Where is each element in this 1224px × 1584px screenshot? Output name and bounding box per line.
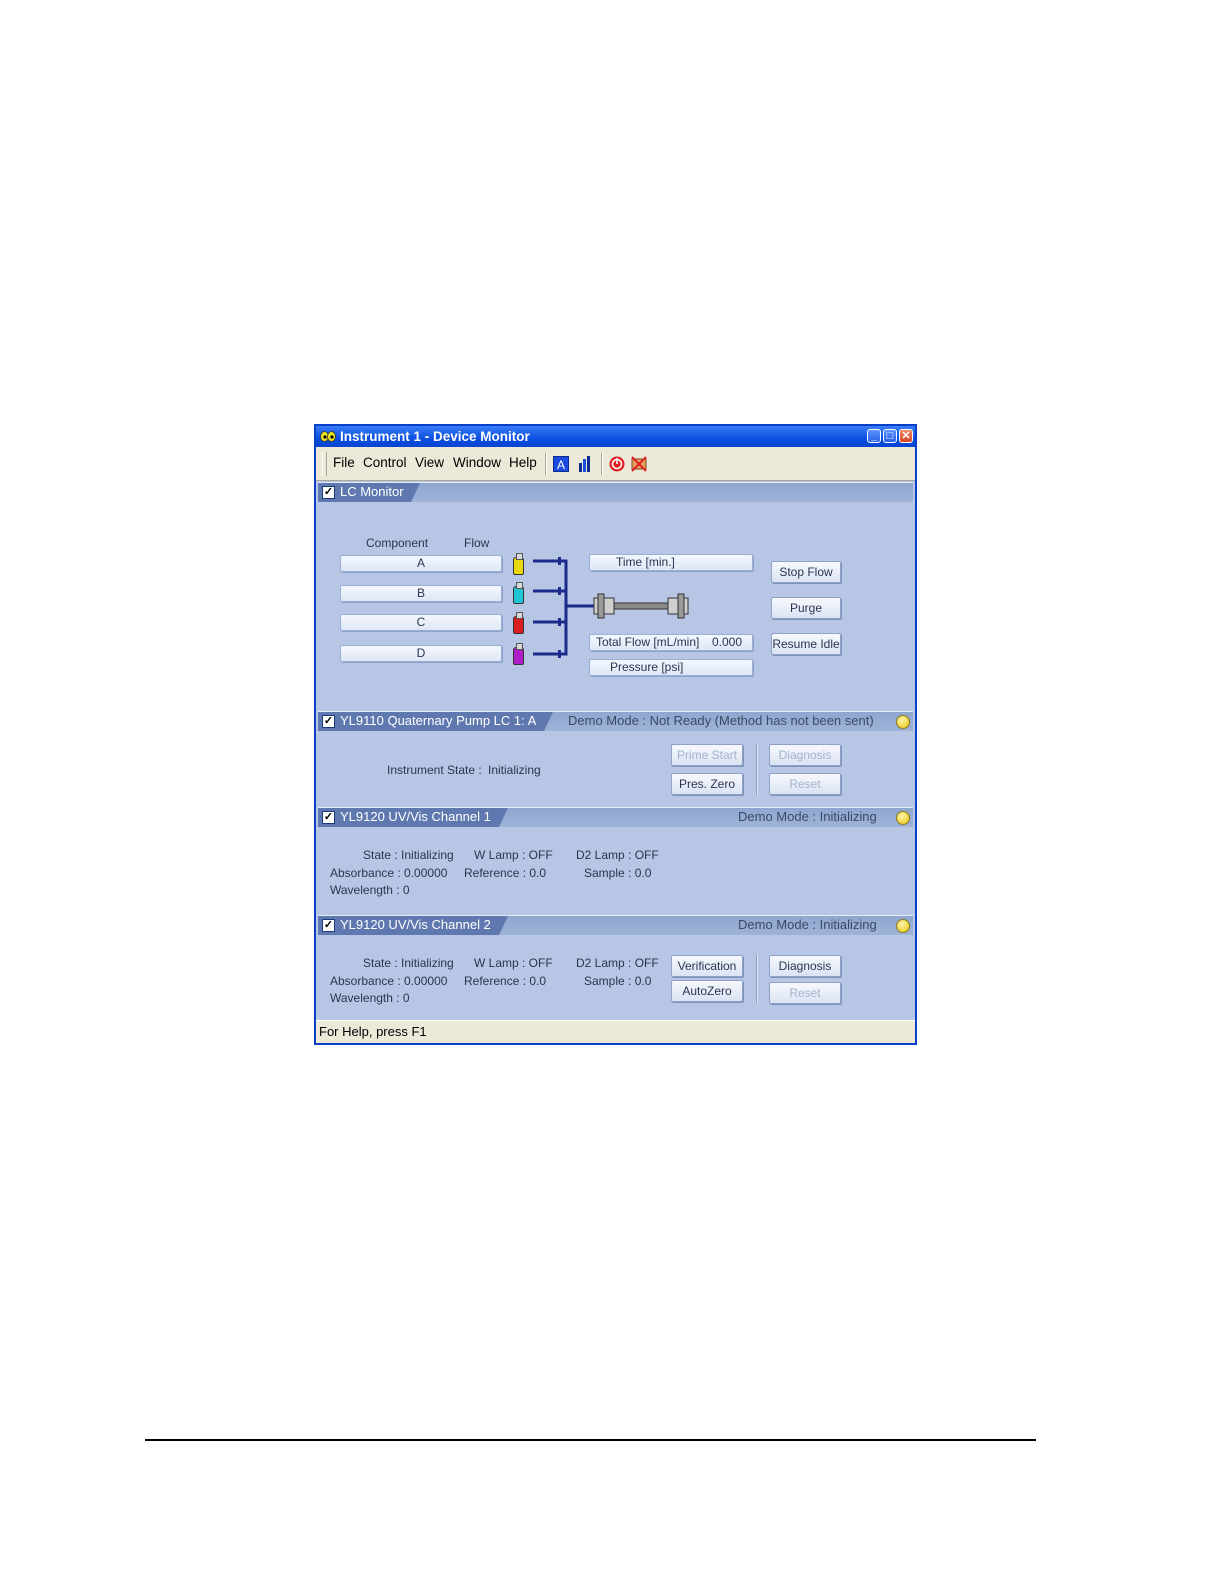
- total-flow-label: Total Flow [mL/min]: [596, 635, 700, 649]
- channel1-checkbox[interactable]: ✓: [322, 811, 335, 824]
- prime-start-button[interactable]: Prime Start: [671, 744, 743, 766]
- menu-bar: File Control View Window Help A: [316, 447, 915, 481]
- stop-flow-button[interactable]: Stop Flow: [771, 561, 841, 583]
- channel2-sample: Sample : 0.0: [584, 974, 652, 988]
- autozero-button[interactable]: AutoZero: [671, 980, 743, 1002]
- channel1-d2-lamp: D2 Lamp : OFF: [576, 848, 659, 862]
- channel2-reference: Reference : 0.0: [464, 974, 547, 988]
- total-flow-value: 0.000: [711, 635, 742, 649]
- channel1-header: ✓ YL9120 UV/Vis Channel 1 Demo Mode : In…: [318, 807, 913, 827]
- lc-monitor-header: ✓ LC Monitor: [318, 482, 913, 502]
- channel2-diagnosis-button[interactable]: Diagnosis: [769, 955, 841, 977]
- total-flow-field: Total Flow [mL/min] 0.000: [589, 634, 753, 651]
- menu-window[interactable]: Window: [453, 455, 501, 470]
- svg-text:A: A: [557, 458, 565, 472]
- component-label: Component: [366, 536, 429, 550]
- page-footer-rule: [145, 1439, 1036, 1441]
- channel2-status-led-icon: [896, 919, 910, 933]
- menu-help[interactable]: Help: [509, 455, 537, 470]
- pump-title: YL9110 Quaternary Pump LC 1: A: [340, 713, 537, 728]
- channel2-state: State : Initializing: [363, 956, 454, 970]
- menu-control[interactable]: Control: [363, 455, 407, 470]
- channel1-status-led-icon: [896, 811, 910, 825]
- flow-label: Flow: [464, 536, 490, 550]
- window-title: Instrument 1 - Device Monitor: [340, 429, 530, 444]
- channel1-status: Demo Mode : Initializing: [738, 809, 877, 824]
- component-c-field[interactable]: C: [340, 614, 502, 631]
- channel2-status: Demo Mode : Initializing: [738, 917, 877, 932]
- channel1-absorbance: Absorbance : 0.00000: [330, 866, 448, 880]
- purge-button[interactable]: Purge: [771, 597, 841, 619]
- a-icon[interactable]: A: [553, 456, 569, 472]
- pres-zero-button[interactable]: Pres. Zero: [671, 773, 743, 795]
- channel2-checkbox[interactable]: ✓: [322, 919, 335, 932]
- pump-diagnosis-button[interactable]: Diagnosis: [769, 744, 841, 766]
- pump-status-led-icon: [896, 715, 910, 729]
- channel1-reference: Reference : 0.0: [464, 866, 547, 880]
- lc-monitor-checkbox[interactable]: ✓: [322, 486, 335, 499]
- network-error-icon[interactable]: [631, 456, 647, 472]
- pump-header: ✓ YL9110 Quaternary Pump LC 1: A Demo Mo…: [318, 711, 913, 731]
- toolbar-separator: [545, 453, 547, 475]
- close-button[interactable]: ✕: [899, 429, 913, 443]
- channel2-wavelength: Wavelength : 0: [330, 991, 410, 1005]
- pump-divider: [756, 744, 758, 795]
- channel1-tab[interactable]: ✓ YL9120 UV/Vis Channel 1: [318, 808, 508, 827]
- component-d-field[interactable]: D: [340, 645, 502, 662]
- channel2-absorbance: Absorbance : 0.00000: [330, 974, 448, 988]
- pump-tab[interactable]: ✓ YL9110 Quaternary Pump LC 1: A: [318, 712, 553, 731]
- status-bar: For Help, press F1: [316, 1020, 915, 1043]
- menu-file[interactable]: File: [333, 455, 355, 470]
- pump-status: Demo Mode : Not Ready (Method has not be…: [568, 713, 874, 728]
- channel2-divider: [756, 955, 758, 1003]
- channel2-reset-button[interactable]: Reset: [769, 982, 841, 1004]
- device-monitor-window: Instrument 1 - Device Monitor _ □ ✕ File…: [314, 424, 917, 1045]
- verification-button[interactable]: Verification: [671, 955, 743, 977]
- channel2-title: YL9120 UV/Vis Channel 2: [340, 917, 491, 932]
- bottle-d-icon: [513, 643, 524, 665]
- instrument-state-value: Initializing: [488, 763, 541, 777]
- channel2-tab[interactable]: ✓ YL9120 UV/Vis Channel 2: [318, 916, 508, 935]
- chart-icon[interactable]: [577, 456, 593, 472]
- channel1-w-lamp: W Lamp : OFF: [474, 848, 553, 862]
- stop-icon[interactable]: [609, 456, 625, 472]
- channel1-sample: Sample : 0.0: [584, 866, 652, 880]
- pump-reset-button[interactable]: Reset: [769, 773, 841, 795]
- toolbar-grip[interactable]: [322, 452, 327, 476]
- component-b-field[interactable]: B: [340, 585, 502, 602]
- channel2-w-lamp: W Lamp : OFF: [474, 956, 553, 970]
- bottle-b-icon: [513, 582, 524, 604]
- pump-checkbox[interactable]: ✓: [322, 715, 335, 728]
- app-icon: [320, 431, 336, 442]
- instrument-state-label: Instrument State :: [387, 763, 482, 777]
- status-text: For Help, press F1: [319, 1024, 427, 1039]
- component-a-field[interactable]: A: [340, 555, 502, 572]
- lc-monitor-tab[interactable]: ✓ LC Monitor: [318, 483, 420, 502]
- title-bar[interactable]: Instrument 1 - Device Monitor _ □ ✕: [316, 426, 915, 447]
- bottle-c-icon: [513, 612, 524, 634]
- minimize-button[interactable]: _: [867, 429, 881, 443]
- channel1-state: State : Initializing: [363, 848, 454, 862]
- maximize-button[interactable]: □: [883, 429, 897, 443]
- toolbar-separator-2: [601, 453, 603, 475]
- channel1-title: YL9120 UV/Vis Channel 1: [340, 809, 491, 824]
- lc-monitor-title: LC Monitor: [340, 484, 404, 499]
- pressure-field: Pressure [psi]: [589, 659, 753, 676]
- time-field: Time [min.]: [589, 554, 753, 571]
- channel2-header: ✓ YL9120 UV/Vis Channel 2 Demo Mode : In…: [318, 915, 913, 935]
- bottle-a-icon: [513, 553, 524, 575]
- resume-idle-button[interactable]: Resume Idle: [771, 633, 841, 655]
- channel2-d2-lamp: D2 Lamp : OFF: [576, 956, 659, 970]
- menu-view[interactable]: View: [415, 455, 444, 470]
- channel1-wavelength: Wavelength : 0: [330, 883, 410, 897]
